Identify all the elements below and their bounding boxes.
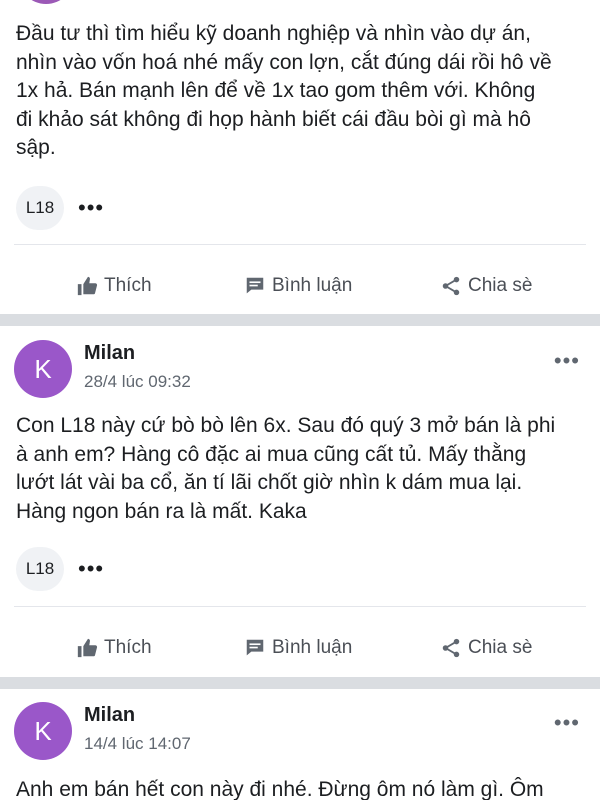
- avatar[interactable]: K: [14, 340, 72, 398]
- like-label: Thích: [104, 275, 152, 296]
- tag-chip-l18[interactable]: L18: [16, 547, 64, 591]
- like-label: Thích: [104, 637, 152, 658]
- post-text-line: Con L18 này cứ bò bò lên 6x. Sau đó quý …: [16, 414, 556, 437]
- thumbs-up-icon: [77, 276, 98, 296]
- share-button[interactable]: Chia sè: [440, 260, 532, 312]
- share-label: Chia sè: [468, 275, 533, 296]
- comment-icon: [246, 639, 264, 656]
- tag-chip-l18[interactable]: L18: [16, 186, 64, 230]
- share-icon: [442, 638, 460, 658]
- comment-icon: [246, 277, 264, 294]
- post-text-line: nhìn vào vốn hoá nhé mấy con lợn, cắt đú…: [16, 50, 552, 74]
- avatar[interactable]: [18, 0, 74, 4]
- tag-row: L18 •••: [16, 186, 104, 230]
- comment-button[interactable]: Bình luận: [244, 260, 352, 312]
- post-3: K Milan 14/4 lúc 14:07 ••• Anh em bán hế…: [0, 689, 600, 800]
- action-bar: Thích Bình luận Chia sè: [0, 260, 600, 312]
- more-options-icon[interactable]: •••: [554, 710, 580, 736]
- post-text-line: đi khảo sát không đi họp hành biết cái đ…: [16, 107, 531, 131]
- action-bar: Thích Bình luận Chia sè: [0, 622, 600, 674]
- like-button[interactable]: Thích: [76, 622, 152, 674]
- thumbs-up-icon: [77, 638, 98, 658]
- post-text: Anh em bán hết con này đi nhé. Đừng ôm n…: [16, 776, 584, 800]
- author-name[interactable]: Milan: [84, 704, 135, 727]
- avatar[interactable]: K: [14, 702, 72, 760]
- share-label: Chia sè: [468, 637, 533, 658]
- post-1: Đầu tư thì tìm hiểu kỹ doanh nghiệp và n…: [0, 0, 600, 316]
- post-timestamp[interactable]: 14/4 lúc 14:07: [84, 734, 191, 754]
- divider: [14, 606, 586, 607]
- comment-button[interactable]: Bình luận: [244, 622, 352, 674]
- share-icon: [442, 276, 460, 296]
- share-button[interactable]: Chia sè: [440, 622, 532, 674]
- more-options-icon[interactable]: •••: [554, 348, 580, 374]
- post-text-line: lướt lát vài ba cổ, ăn tí lãi chốt giờ n…: [16, 471, 523, 494]
- like-button[interactable]: Thích: [76, 260, 152, 312]
- divider: [14, 244, 586, 245]
- tag-more-icon[interactable]: •••: [78, 558, 104, 580]
- author-name[interactable]: Milan: [84, 342, 135, 365]
- post-text-line: à anh em? Hàng cô đặc ai mua cũng cất tủ…: [16, 442, 527, 466]
- comment-label: Bình luận: [272, 275, 353, 296]
- post-separator: [0, 677, 600, 689]
- post-text-line: 1x hả. Bán mạnh lên để về 1x tao gom thê…: [16, 79, 536, 102]
- post-text-line: Đầu tư thì tìm hiểu kỹ doanh nghiệp và n…: [16, 22, 531, 45]
- post-text: Đầu tư thì tìm hiểu kỹ doanh nghiệp và n…: [16, 20, 584, 163]
- post-header: K Milan 14/4 lúc 14:07 •••: [0, 702, 600, 782]
- tag-more-icon[interactable]: •••: [78, 197, 104, 219]
- post-text-line: Hàng ngon bán ra là mất. Kaka: [16, 499, 307, 523]
- tag-row: L18 •••: [16, 547, 104, 591]
- post-timestamp[interactable]: 28/4 lúc 09:32: [84, 372, 191, 392]
- comment-label: Bình luận: [272, 637, 353, 658]
- post-text: Con L18 này cứ bò bò lên 6x. Sau đó quý …: [16, 412, 584, 526]
- post-2: K Milan 28/4 lúc 09:32 ••• Con L18 này c…: [0, 326, 600, 679]
- post-text-line: sập.: [16, 136, 56, 159]
- post-text-line: Anh em bán hết con này đi nhé. Đừng ôm n…: [16, 778, 544, 800]
- post-header: K Milan 28/4 lúc 09:32 •••: [0, 340, 600, 420]
- post-separator: [0, 314, 600, 326]
